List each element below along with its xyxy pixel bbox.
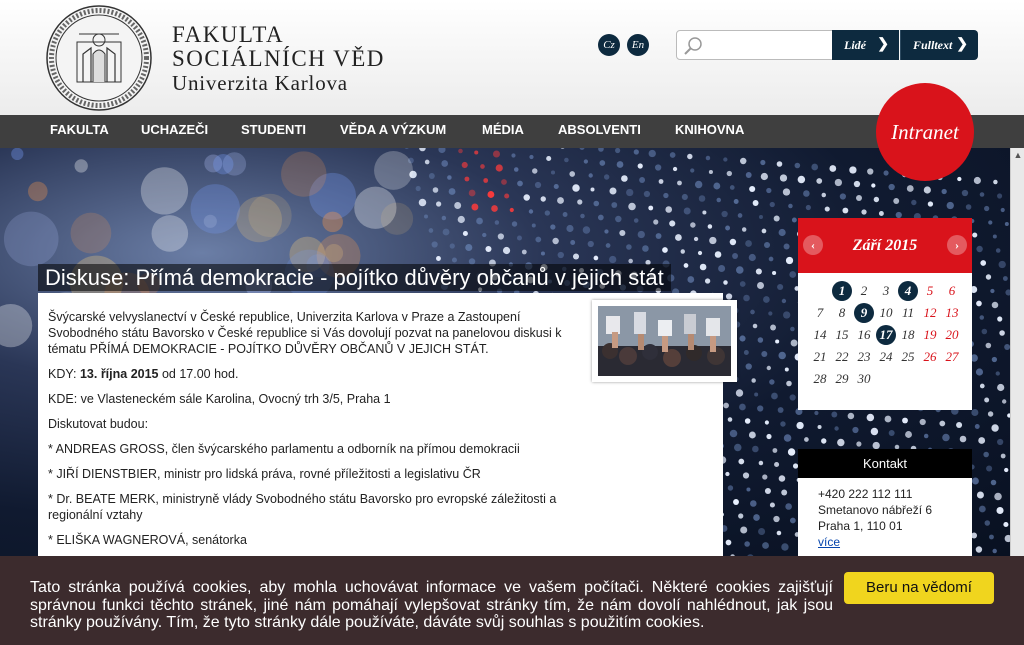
- calendar-day[interactable]: 9: [854, 303, 874, 323]
- site-header: FAKULTA SOCIÁLNÍCH VĚD Univerzita Karlov…: [0, 0, 1024, 115]
- article-when: KDY: 13. října 2015 od 17.00 hod.: [48, 366, 578, 382]
- calendar-day: 22: [835, 349, 849, 364]
- contact-body: +420 222 112 111 Smetanovo nábřeží 6 Pra…: [798, 478, 972, 558]
- contact-street: Smetanovo nábřeží 6: [818, 503, 933, 517]
- article-intro: Švýcarské velvyslanectví v České republi…: [48, 310, 562, 356]
- calendar-day: 10: [879, 305, 893, 320]
- calendar-day: 28: [813, 371, 827, 386]
- search-people-button[interactable]: Lidé ❯: [832, 30, 899, 60]
- calendar-day: 19: [923, 327, 937, 342]
- calendar-day: 23: [857, 349, 871, 364]
- calendar-day: 6: [948, 283, 956, 298]
- contact-phone: +420 222 112 111: [818, 487, 913, 501]
- contact-city: Praha 1, 110 01: [818, 519, 903, 533]
- title-line-1: FAKULTA: [172, 22, 285, 47]
- calendar-day: 20: [945, 327, 959, 342]
- calendar-day: 16: [857, 327, 871, 342]
- nav-item-absolventi[interactable]: ABSOLVENTI: [558, 115, 641, 148]
- cookie-text: Tato stránka používá cookies, aby mohla …: [30, 579, 833, 631]
- contact-box: Kontakt +420 222 112 111 Smetanovo nábře…: [798, 449, 972, 568]
- calendar-day[interactable]: 4: [898, 281, 918, 301]
- calendar-day: 15: [835, 327, 849, 342]
- search-fulltext-label: Fulltext: [913, 38, 953, 52]
- contact-title: Kontakt: [798, 449, 972, 478]
- nav-item-studenti[interactable]: STUDENTI: [241, 115, 306, 148]
- calendar-day: 26: [923, 349, 937, 364]
- calendar-day: 29: [835, 371, 849, 386]
- calendar-day: 30: [857, 371, 871, 386]
- article-where: KDE: ve Vlasteneckém sále Karolina, Ovoc…: [48, 392, 391, 406]
- university-seal-logo[interactable]: [45, 4, 153, 112]
- search-input[interactable]: [676, 30, 834, 60]
- nav-item-fakulta[interactable]: FAKULTA: [50, 115, 109, 148]
- calendar-day: 14: [813, 327, 827, 342]
- lang-cz-button[interactable]: Cz: [598, 34, 620, 56]
- calendar-day: 11: [901, 305, 915, 320]
- speaker-item: * ELIŠKA WAGNEROVÁ, senátorka: [48, 533, 247, 547]
- scroll-up-arrow-icon[interactable]: ▲: [1011, 150, 1024, 160]
- calendar-day: 7: [816, 305, 824, 320]
- lang-en-button[interactable]: En: [627, 34, 649, 56]
- speaker-item: * ANDREAS GROSS, člen švýcarského parlam…: [48, 442, 520, 456]
- calendar-day: 3: [882, 283, 890, 298]
- search-people-label: Lidé: [844, 38, 866, 52]
- title-line-3: Univerzita Karlova: [172, 71, 348, 95]
- article-headline[interactable]: Diskuse: Přímá demokracie - pojítko důvě…: [38, 264, 671, 291]
- calendar-day: 18: [901, 327, 915, 342]
- event-calendar: ‹ Září 2015 › 1 2 3 4 5 6 7 8 9 10 11 12 13 14 15 16 17 1…: [798, 218, 972, 410]
- title-line-2: SOCIÁLNÍCH VĚD: [172, 46, 385, 71]
- calendar-day: 12: [923, 305, 937, 320]
- search-fulltext-button[interactable]: Fulltext ❯: [900, 30, 978, 60]
- calendar-day[interactable]: 1: [832, 281, 852, 301]
- calendar-day: 8: [838, 305, 846, 320]
- calendar-day: 27: [945, 349, 959, 364]
- calendar-next-button[interactable]: ›: [947, 235, 967, 255]
- calendar-day: 2: [860, 283, 868, 298]
- crowd-photo: [598, 306, 731, 376]
- when-time: od 17.00 hod.: [158, 367, 239, 381]
- search-icon: [684, 37, 702, 55]
- speaker-item: * JIŘÍ DIENSTBIER, ministr pro lidská pr…: [48, 467, 481, 481]
- cookie-accept-button[interactable]: Beru na vědomí: [844, 572, 994, 604]
- calendar-day: 13: [945, 305, 959, 320]
- intranet-button[interactable]: Intranet: [876, 83, 974, 181]
- calendar-day: 21: [813, 349, 827, 364]
- scrollbar[interactable]: ▲: [1010, 148, 1024, 568]
- search-bar: Lidé ❯ Fulltext ❯: [676, 30, 978, 60]
- article-thumbnail[interactable]: [592, 300, 737, 382]
- nav-item-uchazeci[interactable]: UCHAZEČI: [141, 115, 208, 148]
- calendar-month: Září 2015: [852, 237, 918, 254]
- calendar-day: 24: [879, 349, 893, 364]
- chevron-right-icon: ❯: [877, 37, 889, 52]
- chevron-right-icon: ❯: [956, 37, 968, 52]
- speakers-label: Diskutovat budou:: [48, 417, 149, 431]
- contact-more-link[interactable]: více: [818, 535, 840, 549]
- calendar-day: 25: [901, 349, 915, 364]
- calendar-day: 5: [926, 283, 934, 298]
- calendar-day[interactable]: 17: [876, 325, 896, 345]
- calendar-prev-button[interactable]: ‹: [803, 235, 823, 255]
- speaker-item: * Dr. BEATE MERK, ministryně vlády Svobo…: [48, 492, 557, 522]
- faculty-title[interactable]: FAKULTA SOCIÁLNÍCH VĚD Univerzita Karlov…: [172, 22, 385, 96]
- main-nav: FAKULTA UCHAZEČI STUDENTI VĚDA A VÝZKUM …: [0, 115, 1024, 148]
- nav-item-media[interactable]: MÉDIA: [482, 115, 524, 148]
- nav-item-veda-a-vyzkum[interactable]: VĚDA A VÝZKUM: [340, 115, 446, 148]
- calendar-header: ‹ Září 2015 ›: [798, 218, 972, 273]
- nav-item-knihovna[interactable]: KNIHOVNA: [675, 115, 744, 148]
- when-label: KDY:: [48, 367, 80, 381]
- when-date: 13. října 2015: [79, 367, 159, 381]
